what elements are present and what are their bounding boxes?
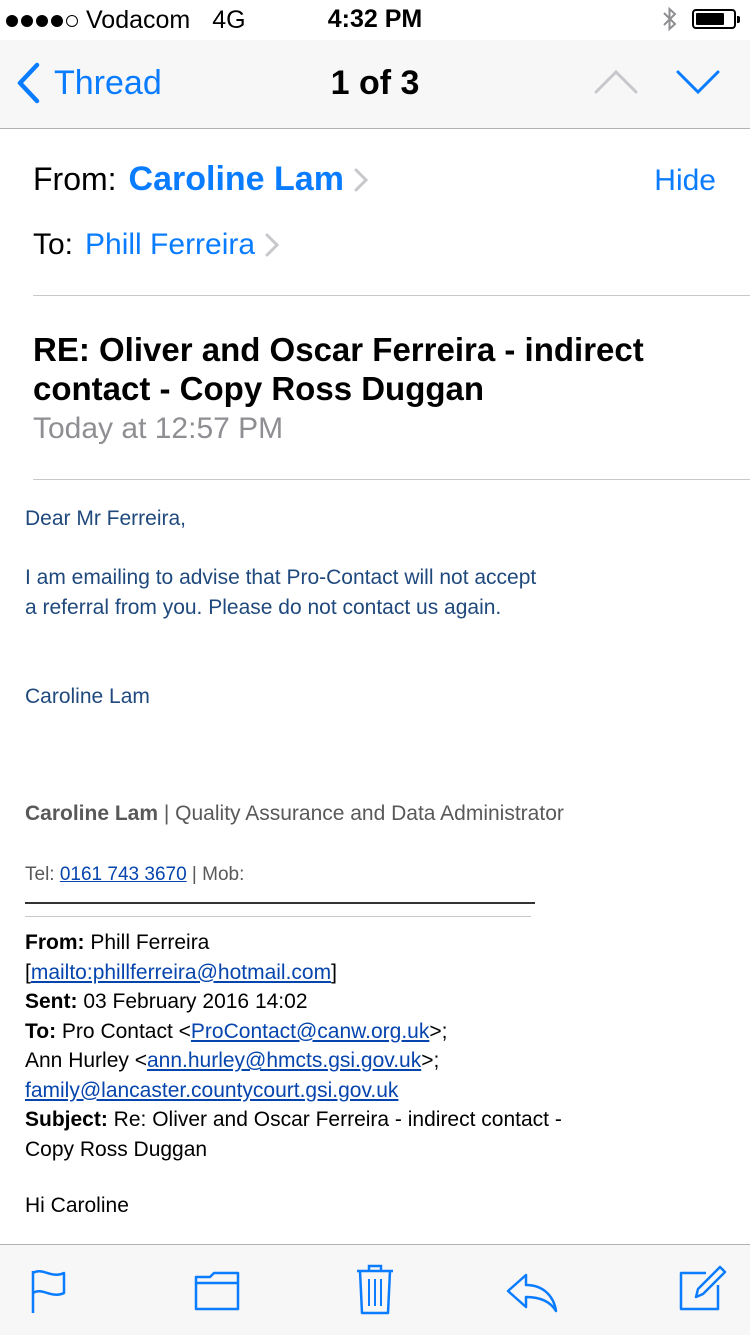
quoted-from: From: Phill Ferreira	[25, 928, 585, 958]
bottom-toolbar	[0, 1244, 750, 1335]
quoted-to-cont2: family@lancaster.countycourt.gsi.gov.uk	[25, 1076, 585, 1106]
delete-button[interactable]	[355, 1263, 395, 1320]
battery-icon	[692, 9, 740, 29]
chevron-up-icon	[594, 69, 638, 94]
email-link-ann-hurley[interactable]: ann.hurley@hmcts.gsi.gov.uk	[147, 1049, 421, 1072]
quoted-sent-label: Sent:	[25, 990, 78, 1013]
hide-details-button[interactable]: Hide	[654, 164, 716, 198]
mailto-link[interactable]: mailto:phillferreira@hotmail.com	[31, 961, 331, 984]
status-time: 4:32 PM	[327, 5, 423, 33]
tel-label: Tel:	[25, 864, 60, 885]
quoted-sent: Sent: 03 February 2016 14:02	[25, 987, 585, 1017]
telephone-line: Tel: 0161 743 3670 | Mob:	[25, 864, 244, 886]
to-row: To: Phill Ferreira	[33, 228, 280, 262]
navigation-bar: Thread 1 of 3	[0, 40, 750, 129]
chevron-down-icon	[676, 70, 720, 95]
bluetooth-icon	[663, 6, 677, 32]
next-message-button[interactable]	[676, 68, 720, 101]
signature-line: Caroline Lam | Quality Assurance and Dat…	[25, 802, 564, 826]
email-subject: RE: Oliver and Oscar Ferreira - indirect…	[33, 331, 644, 407]
quoted-from-label: From:	[25, 931, 85, 954]
previous-message-button[interactable]	[594, 68, 638, 101]
folder-icon	[194, 1271, 240, 1311]
tel-link[interactable]: 0161 743 3670	[60, 864, 187, 885]
quote-rule	[25, 916, 531, 917]
email-link-family-court[interactable]: family@lancaster.countycourt.gsi.gov.uk	[25, 1079, 398, 1102]
quoted-from-value: Phill Ferreira	[84, 931, 210, 954]
subject-divider	[33, 479, 750, 480]
quoted-to-text: >;	[429, 1019, 448, 1043]
email-link-procontact[interactable]: ProContact@canw.org.uk	[191, 1020, 429, 1043]
chevron-right-icon	[265, 233, 280, 257]
from-row: From: Caroline Lam	[33, 160, 368, 199]
move-to-folder-button[interactable]	[194, 1271, 240, 1316]
signature-title: | Quality Assurance and Data Administrat…	[158, 802, 564, 825]
signature-name: Caroline Lam	[25, 802, 159, 825]
recipient-name[interactable]: Phill Ferreira	[85, 228, 255, 262]
quoted-header: From: Phill Ferreira [mailto:phillferrei…	[25, 928, 585, 1164]
quoted-to-label: To:	[25, 1019, 57, 1043]
quoted-to-text: Ann Hurley <	[25, 1049, 147, 1072]
quoted-to-text: >;	[421, 1049, 440, 1072]
trash-icon	[357, 1264, 393, 1315]
chevron-right-icon	[354, 168, 368, 191]
body-signoff: Caroline Lam	[25, 685, 150, 708]
reply-icon	[506, 1273, 558, 1313]
compose-button[interactable]	[678, 1263, 728, 1318]
quoted-to: To: Pro Contact <ProContact@canw.org.uk>…	[25, 1017, 585, 1047]
email-date: Today at 12:57 PM	[33, 412, 284, 445]
to-label: To:	[33, 228, 74, 261]
flag-icon	[31, 1270, 66, 1313]
body-paragraph: I am emailing to advise that Pro-Contact…	[25, 566, 537, 619]
header-divider	[33, 295, 750, 296]
quoted-to-text: Pro Contact <	[56, 1019, 191, 1043]
status-right	[662, 6, 740, 32]
quoted-sent-value: 03 February 2016 14:02	[77, 990, 308, 1013]
quoted-from-mailto-line: [mailto:phillferreira@hotmail.com]	[25, 958, 585, 988]
body-greeting: Dear Mr Ferreira,	[25, 507, 187, 530]
compose-icon	[679, 1265, 727, 1311]
from-label: From:	[33, 161, 117, 197]
sender-name[interactable]: Caroline Lam	[129, 160, 344, 199]
quoted-subject-label: Subject:	[25, 1108, 108, 1131]
quoted-greeting: Hi Caroline	[25, 1194, 129, 1217]
bracket-close: ]	[331, 960, 337, 984]
mob-label: | Mob:	[186, 864, 245, 885]
flag-button[interactable]	[30, 1267, 70, 1320]
quoted-subject: Subject: Re: Oliver and Oscar Ferreira -…	[25, 1105, 585, 1164]
reply-button[interactable]	[506, 1273, 558, 1318]
quoted-to-cont: Ann Hurley <ann.hurley@hmcts.gsi.gov.uk>…	[25, 1046, 585, 1076]
signature-rule	[25, 902, 535, 904]
status-bar: Vodacom 4G 4:32 PM	[0, 0, 750, 40]
